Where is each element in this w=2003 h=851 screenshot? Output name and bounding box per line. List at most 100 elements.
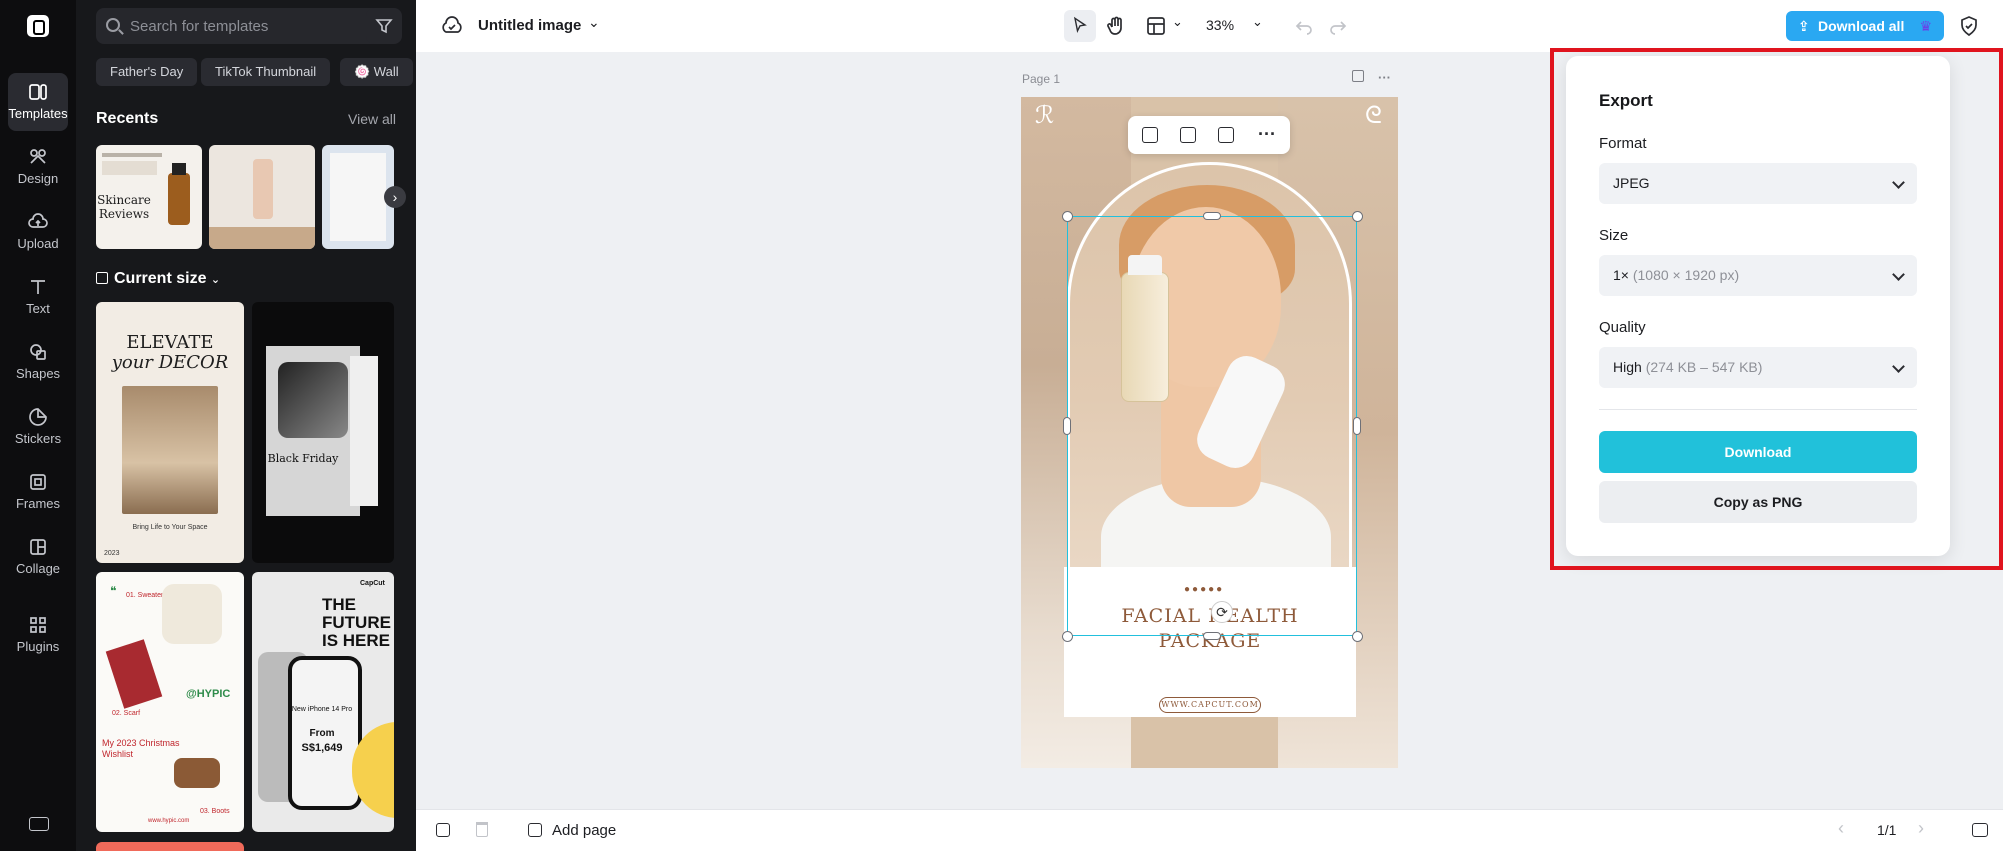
replace-icon[interactable] (1180, 127, 1196, 143)
sticker-icon (29, 408, 47, 426)
page-manager-icon[interactable] (436, 823, 450, 837)
current-size-dropdown[interactable]: Current size ⌄ (96, 270, 220, 288)
search-input[interactable] (130, 8, 330, 44)
website-badge[interactable]: WWW.CAPCUT.COM (1159, 697, 1261, 713)
bottom-bar: Add page ‹ 1/1 › (416, 809, 2003, 851)
template-text: THE FUTURE IS HERE (322, 595, 391, 650)
download-all-label: Download all (1818, 18, 1905, 34)
duplicate-icon[interactable] (1218, 127, 1234, 143)
template-future-is-here[interactable]: CapCut THE FUTURE IS HERE New iPhone 14 … (252, 572, 394, 832)
template-text: Bring Life to Your Space (132, 524, 208, 531)
scroll-right-button[interactable]: › (384, 186, 406, 208)
rail-item-shapes[interactable]: Shapes (8, 333, 68, 391)
hand-tool-icon[interactable] (1104, 14, 1128, 38)
undo-icon[interactable] (1292, 14, 1316, 38)
layers-icon[interactable] (1972, 823, 1988, 837)
delete-page-icon[interactable] (476, 822, 488, 837)
template-text: 03. Boots (200, 808, 230, 815)
template-black-friday[interactable]: Black Friday (252, 302, 394, 563)
download-all-button[interactable]: Download all ♛ (1786, 11, 1944, 41)
search-icon (106, 18, 120, 32)
collage-icon (30, 539, 46, 555)
rail-item-label: Upload (17, 236, 59, 251)
next-page-icon[interactable]: › (1918, 818, 1924, 839)
rail-item-frames[interactable]: Frames (8, 463, 68, 521)
resize-handle-s[interactable] (1203, 632, 1221, 640)
resize-handle-w[interactable] (1063, 417, 1071, 435)
select-tool-button[interactable] (1064, 10, 1096, 42)
plugins-grid-icon (30, 617, 46, 633)
rail-item-design[interactable]: Design (8, 138, 68, 196)
add-page-icon[interactable] (528, 823, 542, 837)
crown-icon: ♛ (1919, 18, 1932, 34)
template-elevate-decor[interactable]: ELEVATE your DECOR Bring Life to Your Sp… (96, 302, 244, 563)
design-icon (30, 149, 46, 164)
selection-box (1067, 216, 1357, 636)
crop-icon[interactable] (1142, 127, 1158, 143)
chip-wallpaper[interactable]: 🍥 Wall (340, 58, 413, 86)
rail-item-collage[interactable]: Collage (8, 528, 68, 586)
shapes-icon (30, 344, 46, 360)
page-counter: 1/1 (1877, 822, 1897, 838)
top-bar: Untitled image ⌄ ⌄ 33% ⌄ Download all ♛ (416, 0, 2003, 52)
recent-template-skincare[interactable]: Skincare Reviews (96, 145, 202, 249)
add-page-button[interactable]: Add page (552, 822, 616, 839)
template-text: 2023 (104, 550, 120, 557)
resize-handle-nw[interactable] (1062, 211, 1073, 222)
template-partial[interactable] (96, 842, 244, 851)
chip-tiktok-thumbnail[interactable]: TikTok Thumbnail (201, 58, 331, 86)
filter-button[interactable] (366, 8, 402, 44)
template-text: CapCut (360, 580, 385, 587)
resize-handle-n[interactable] (1203, 212, 1221, 220)
rail-item-plugins[interactable]: Plugins (8, 606, 68, 664)
rail-item-label: Collage (15, 561, 61, 576)
rail-item-label: Design (17, 171, 59, 186)
rail-item-label: Plugins (16, 639, 60, 654)
rail-item-stickers[interactable]: Stickers (8, 398, 68, 456)
redo-icon[interactable] (1326, 14, 1350, 38)
resize-handle-e[interactable] (1353, 417, 1361, 435)
previous-page-icon[interactable]: ‹ (1838, 818, 1844, 839)
frames-icon (30, 474, 46, 490)
page-actions: ··· (1352, 70, 1391, 85)
chip-fathers-day[interactable]: Father's Day (96, 58, 198, 86)
cloud-save-icon[interactable] (440, 14, 464, 38)
template-text: @HYPIC (186, 688, 231, 700)
rotate-handle-icon[interactable]: ⟳ (1211, 601, 1233, 623)
rail-item-text[interactable]: Text (8, 268, 68, 326)
rail-item-label: Shapes (15, 366, 61, 381)
chevron-down-icon[interactable]: ⌄ (588, 14, 600, 31)
template-text: From (309, 728, 335, 739)
template-text: S$1,649 (301, 742, 343, 754)
resize-handle-sw[interactable] (1062, 631, 1073, 642)
template-christmas-wishlist[interactable]: ❝ 01. Sweater @HYPIC 02. Scarf My 2023 C… (96, 572, 244, 832)
thumb-text: Skincare Reviews (97, 193, 151, 221)
more-options-icon[interactable]: ··· (1378, 70, 1391, 85)
rail-item-templates[interactable]: Templates (8, 73, 68, 131)
resize-handle-se[interactable] (1352, 631, 1363, 642)
layout-icon[interactable] (1144, 14, 1168, 38)
keyboard-shortcuts-icon[interactable] (29, 817, 49, 831)
chevron-down-icon: ⌄ (210, 274, 221, 286)
chevron-down-icon[interactable]: ⌄ (1172, 14, 1183, 30)
page-label: Page 1 (1022, 72, 1061, 86)
template-text: ELEVATE (126, 332, 214, 353)
capcut-logo-icon[interactable] (27, 15, 49, 37)
rail-item-upload[interactable]: Upload (8, 203, 68, 261)
recent-template-product[interactable] (209, 145, 315, 249)
filter-icon (375, 19, 393, 34)
templates-panel: Father's Day TikTok Thumbnail 🍥 Wall Rec… (76, 0, 416, 851)
zoom-level[interactable]: 33% (1206, 17, 1234, 33)
decorative-swirl: ℛ (1035, 101, 1055, 129)
template-text: My 2023 Christmas Wishlist (102, 738, 180, 759)
duplicate-page-icon[interactable] (1352, 70, 1364, 82)
rail-item-label: Stickers (14, 431, 62, 446)
resize-icon (96, 272, 108, 284)
chevron-down-icon[interactable]: ⌄ (1252, 14, 1263, 30)
more-options-icon[interactable]: ··· (1258, 124, 1276, 145)
file-name[interactable]: Untitled image (478, 17, 581, 34)
rail-item-label: Frames (15, 496, 61, 511)
view-all-link[interactable]: View all (348, 111, 396, 127)
resize-handle-ne[interactable] (1352, 211, 1363, 222)
shield-check-icon[interactable] (1957, 14, 1981, 38)
